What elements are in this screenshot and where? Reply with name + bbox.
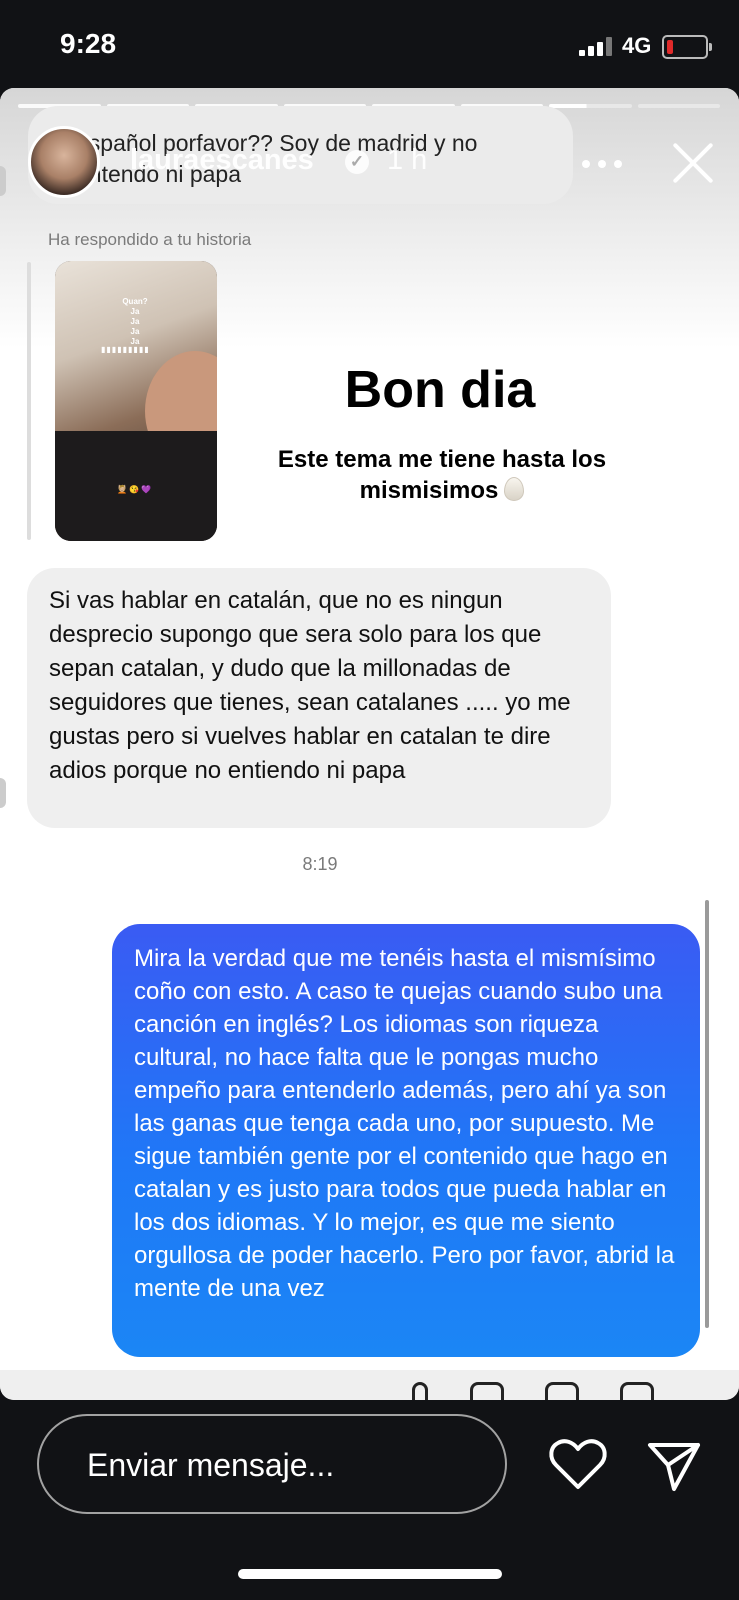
network-type: 4G [622, 33, 652, 58]
thumbnail-text-mid: ▮▮▮▮▮▮▮▮▮ [101, 345, 150, 354]
status-bar: 9:28 4G [0, 0, 739, 88]
thumbnail-emojis: 💆🏼 😘 💜 [117, 485, 152, 494]
verified-badge-icon: ✓ [345, 150, 369, 174]
home-indicator [238, 1569, 502, 1579]
story-username[interactable]: lauraescanes [130, 144, 314, 177]
thumbnail-text: Quan? Ja Ja Ja Ja [122, 297, 148, 346]
egg-icon [504, 477, 525, 501]
scrollbar[interactable] [705, 900, 709, 1328]
received-message-text: Si vas hablar en catalán, que no es ning… [49, 587, 571, 784]
message-timestamp: 8:19 [302, 854, 338, 874]
story-viewer: español porfavor?? Soy de madrid y no en… [0, 88, 739, 1400]
sent-message-bubble: Mira la verdad que me tenéis hasta el mi… [112, 924, 700, 1357]
received-message-bubble: Si vas hablar en catalán, que no es ning… [27, 568, 611, 828]
message-input[interactable]: Enviar mensaje... [37, 1414, 507, 1514]
signal-icon [579, 36, 615, 56]
obscured-icon-row [0, 1370, 739, 1400]
more-icon[interactable] [582, 160, 622, 168]
sent-message-text: Mira la verdad que me tenéis hasta el mi… [134, 945, 675, 1302]
story-time-ago: 1 h [387, 144, 428, 176]
battery-icon [662, 35, 712, 59]
story-title: Bon dia [344, 361, 536, 419]
replied-to-story-label: Ha respondido a tu historia [48, 230, 252, 249]
story-subtitle-text: Este tema me tiene hasta los mismisimos [277, 446, 607, 504]
story-subtitle: Este tema me tiene hasta los mismisimos [250, 444, 634, 506]
heart-icon[interactable] [548, 1437, 608, 1493]
reply-quote-line [27, 262, 31, 540]
story-thumbnail[interactable]: Quan? Ja Ja Ja Ja ▮▮▮▮▮▮▮▮▮ 💆🏼 😘 💜 [55, 261, 217, 541]
avatar[interactable] [28, 126, 100, 198]
close-icon[interactable] [670, 140, 716, 186]
send-icon[interactable] [646, 1437, 702, 1493]
message-input-placeholder: Enviar mensaje... [87, 1447, 335, 1483]
status-time: 9:28 [60, 28, 117, 59]
